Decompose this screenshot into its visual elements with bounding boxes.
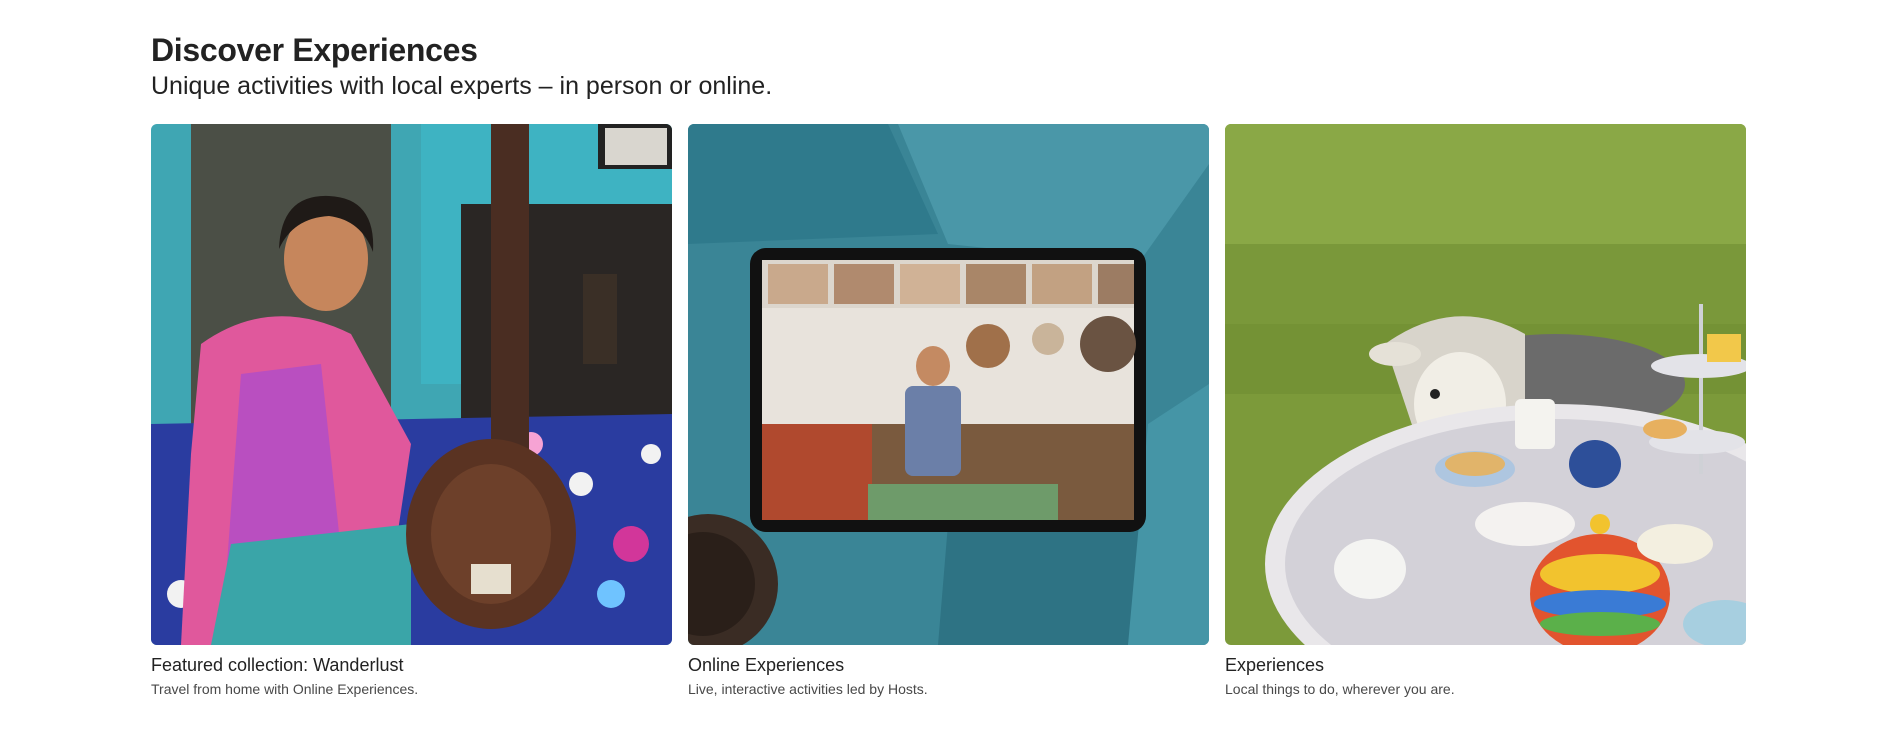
card-description: Live, interactive activities led by Host… bbox=[688, 681, 928, 697]
card-featured-collection[interactable]: Featured collection: Wanderlust Travel f… bbox=[151, 124, 672, 698]
card-title[interactable]: Experiences bbox=[1225, 654, 1746, 676]
card-title[interactable]: Featured collection: Wanderlust bbox=[151, 654, 672, 676]
card-title[interactable]: Online Experiences bbox=[688, 654, 1209, 676]
sheep-tea-party-photo[interactable] bbox=[1225, 124, 1746, 645]
card-experiences[interactable]: Experiences Local things to do, wherever… bbox=[1225, 124, 1746, 698]
discover-experiences-header: Discover Experiences Unique activities w… bbox=[151, 32, 1746, 102]
section-title: Discover Experiences bbox=[151, 32, 478, 68]
card-online-experiences[interactable]: Online Experiences Live, interactive act… bbox=[688, 124, 1209, 698]
woman-with-tanpura-photo[interactable] bbox=[151, 124, 672, 645]
card-description: Travel from home with Online Experiences… bbox=[151, 681, 419, 697]
tablet-video-call-photo[interactable] bbox=[688, 124, 1209, 645]
experience-cards: Featured collection: Wanderlust Travel f… bbox=[151, 124, 1746, 698]
section-subtitle: Unique activities with local experts – i… bbox=[151, 72, 773, 100]
card-description: Local things to do, wherever you are. bbox=[1225, 681, 1455, 697]
